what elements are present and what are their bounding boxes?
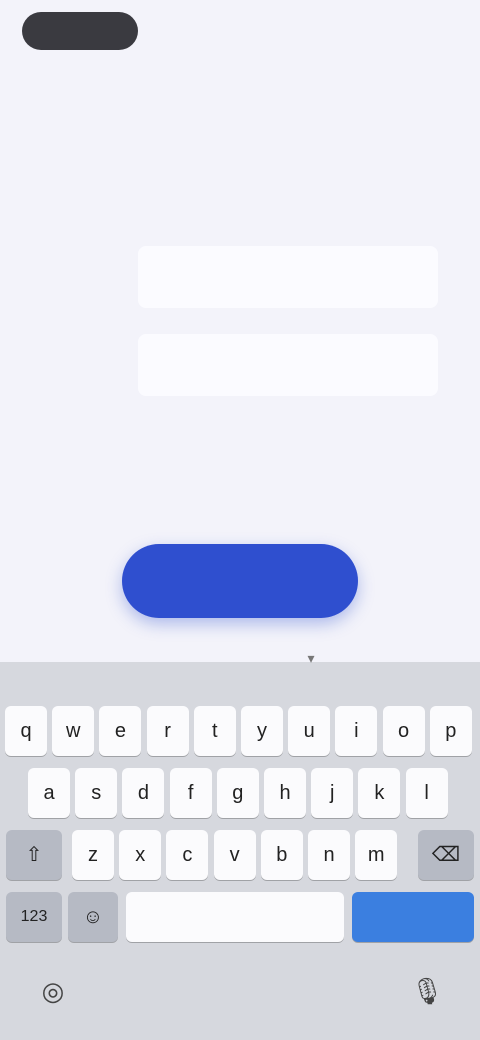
primary-submit-button[interactable]	[122, 544, 358, 618]
key-u[interactable]: u	[288, 706, 331, 756]
key-h[interactable]: h	[264, 768, 306, 818]
emoji-key[interactable]: ☺	[68, 892, 118, 942]
keyboard-toolbar	[0, 662, 480, 690]
key-v[interactable]: v	[213, 830, 256, 880]
key-k[interactable]: k	[358, 768, 401, 818]
key-r[interactable]: r	[146, 706, 189, 756]
key-g[interactable]: g	[216, 768, 259, 818]
key-i[interactable]: i	[335, 706, 378, 756]
on-screen-keyboard: ▾ qwertyuiop asdfghjkl zxcvbnm ⇧ ⌫ 123 ☺…	[0, 650, 480, 1040]
status-bar-center-text	[194, 18, 286, 40]
key-w[interactable]: w	[52, 706, 95, 756]
key-m[interactable]: m	[355, 830, 398, 880]
key-j[interactable]: j	[311, 768, 354, 818]
field-1-label	[62, 264, 132, 290]
key-f[interactable]: f	[169, 768, 212, 818]
key-d[interactable]: d	[122, 768, 165, 818]
globe-icon[interactable]: ◎	[36, 974, 70, 1008]
status-bar-right-text	[382, 18, 446, 40]
space-key[interactable]	[126, 892, 344, 942]
return-key[interactable]	[352, 892, 474, 942]
form-row-2	[50, 334, 438, 396]
key-a[interactable]: a	[28, 768, 70, 818]
key-b[interactable]: b	[260, 830, 303, 880]
key-c[interactable]: c	[166, 830, 209, 880]
status-bar-pill	[22, 12, 138, 50]
key-q[interactable]: q	[5, 706, 47, 756]
numbers-key[interactable]: 123	[6, 892, 62, 942]
shift-key[interactable]: ⇧	[6, 830, 62, 880]
page-title-line-1	[0, 136, 480, 164]
delete-key[interactable]: ⌫	[418, 830, 474, 880]
field-1-input[interactable]	[138, 246, 438, 308]
key-t[interactable]: t	[193, 706, 236, 756]
key-l[interactable]: l	[405, 768, 448, 818]
key-p[interactable]: p	[429, 706, 472, 756]
microphone-icon[interactable]: 🎙	[410, 974, 444, 1008]
field-2-label	[62, 352, 132, 378]
key-s[interactable]: s	[75, 768, 118, 818]
form-row-1	[50, 246, 438, 308]
key-y[interactable]: y	[241, 706, 283, 756]
key-e[interactable]: e	[99, 706, 142, 756]
key-x[interactable]: x	[119, 830, 162, 880]
field-2-input[interactable]	[138, 334, 438, 396]
page-title-line-2	[0, 170, 480, 200]
key-o[interactable]: o	[382, 706, 425, 756]
key-n[interactable]: n	[308, 830, 350, 880]
key-z[interactable]: z	[72, 830, 114, 880]
